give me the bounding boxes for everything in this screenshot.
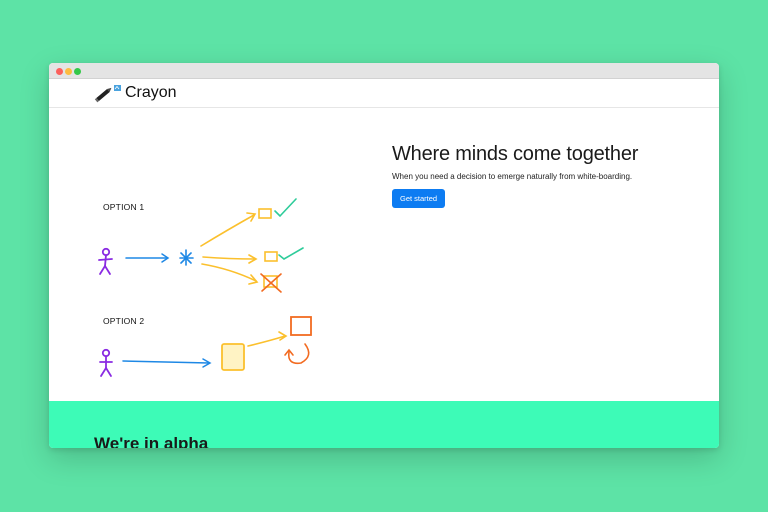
maximize-window-button[interactable] bbox=[74, 68, 81, 75]
close-window-button[interactable] bbox=[56, 68, 63, 75]
flow-drawing bbox=[98, 198, 312, 377]
person-1-icon bbox=[98, 247, 113, 275]
arrow-to-box-icon bbox=[122, 358, 212, 368]
decision-flow-illustration: OPTION 1 OPTION 2 bbox=[49, 109, 389, 399]
browser-window: Crayon OPTION 1 OPTION 2 Where minds com… bbox=[49, 63, 719, 448]
hero-section: Where minds come together When you need … bbox=[392, 143, 638, 208]
arrow-to-result-icon bbox=[247, 331, 288, 347]
arrow-to-star-icon bbox=[125, 253, 170, 263]
branch-arrows-icon bbox=[200, 212, 259, 285]
star-icon bbox=[179, 249, 194, 266]
brand-name: Crayon bbox=[125, 84, 177, 101]
brand-link[interactable]: Crayon bbox=[94, 83, 177, 103]
idea-box-icon bbox=[221, 343, 245, 371]
result-box-icon bbox=[290, 316, 312, 336]
iterate-arrow-icon bbox=[284, 343, 310, 365]
alpha-section-title: We're in alpha bbox=[94, 434, 209, 448]
minimize-window-button[interactable] bbox=[65, 68, 72, 75]
hero-subtitle: When you need a decision to emerge natur… bbox=[392, 172, 633, 181]
crayon-pencil-icon bbox=[94, 85, 121, 103]
get-started-button[interactable]: Get started bbox=[392, 189, 446, 208]
navbar: Crayon bbox=[49, 79, 719, 108]
person-2-icon bbox=[99, 348, 113, 377]
window-titlebar bbox=[49, 63, 719, 79]
check-icon bbox=[274, 198, 304, 260]
alpha-section: We're in alpha bbox=[49, 401, 719, 448]
hero-title: Where minds come together bbox=[392, 143, 639, 165]
